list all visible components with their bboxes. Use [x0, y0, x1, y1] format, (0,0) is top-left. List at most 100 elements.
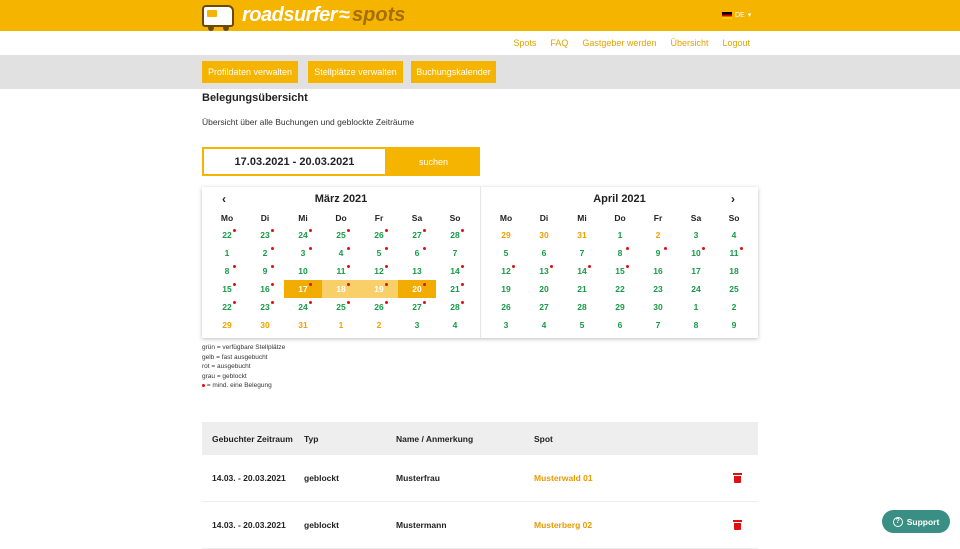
nav-link-become-host[interactable]: Gastgeber werden [582, 38, 656, 48]
calendar-day[interactable]: 1 [208, 244, 246, 262]
calendar-day[interactable]: 19 [487, 280, 525, 298]
calendar-day[interactable]: 24 [677, 280, 715, 298]
calendar-day[interactable]: 27 [398, 226, 436, 244]
calendar-day[interactable]: 6 [525, 244, 563, 262]
calendar-day[interactable]: 26 [487, 298, 525, 316]
search-button[interactable]: suchen [387, 147, 480, 176]
calendar-day[interactable]: 9 [639, 244, 677, 262]
calendar-day[interactable]: 26 [360, 298, 398, 316]
calendar-day[interactable]: 9 [246, 262, 284, 280]
calendar-day[interactable]: 17 [677, 262, 715, 280]
calendar-day-selected[interactable]: 17 [284, 280, 322, 298]
logo[interactable]: roadsurfer ≈ spots [202, 3, 405, 31]
spot-link[interactable]: Musterwald 01 [534, 473, 684, 483]
calendar-day[interactable]: 13 [398, 262, 436, 280]
calendar-day[interactable]: 30 [639, 298, 677, 316]
calendar-day[interactable]: 5 [563, 316, 601, 334]
calendar-day[interactable]: 23 [246, 298, 284, 316]
trash-icon[interactable] [733, 473, 742, 483]
calendar-day[interactable]: 3 [284, 244, 322, 262]
calendar-day[interactable]: 15 [601, 262, 639, 280]
calendar-day[interactable]: 22 [601, 280, 639, 298]
calendar-day[interactable]: 4 [322, 244, 360, 262]
calendar-day[interactable]: 13 [525, 262, 563, 280]
calendar-day[interactable]: 24 [284, 226, 322, 244]
calendar-day[interactable]: 12 [487, 262, 525, 280]
calendar-day[interactable]: 4 [436, 316, 474, 334]
calendar-day[interactable]: 7 [563, 244, 601, 262]
calendar-day[interactable]: 27 [398, 298, 436, 316]
calendar-day[interactable]: 3 [677, 226, 715, 244]
calendar-day[interactable]: 10 [284, 262, 322, 280]
calendar-day[interactable]: 30 [525, 226, 563, 244]
calendar-day[interactable]: 1 [601, 226, 639, 244]
calendar-day[interactable]: 25 [715, 280, 753, 298]
calendar-day[interactable]: 1 [677, 298, 715, 316]
support-button[interactable]: ? Support [882, 510, 950, 533]
calendar-day[interactable]: 23 [246, 226, 284, 244]
calendar-day[interactable]: 28 [436, 226, 474, 244]
calendar-day[interactable]: 6 [601, 316, 639, 334]
calendar-day[interactable]: 4 [525, 316, 563, 334]
calendar-day[interactable]: 31 [563, 226, 601, 244]
calendar-day[interactable]: 8 [601, 244, 639, 262]
calendar-day[interactable]: 5 [360, 244, 398, 262]
calendar-day[interactable]: 29 [601, 298, 639, 316]
calendar-day[interactable]: 14 [563, 262, 601, 280]
manage-spots-button[interactable]: Stellplätze verwalten [308, 61, 403, 83]
nav-link-logout[interactable]: Logout [722, 38, 750, 48]
calendar-day[interactable]: 14 [436, 262, 474, 280]
calendar-day[interactable]: 25 [322, 226, 360, 244]
calendar-day[interactable]: 28 [563, 298, 601, 316]
calendar-day[interactable]: 18 [715, 262, 753, 280]
spot-link[interactable]: Musterberg 02 [534, 520, 684, 530]
calendar-day[interactable]: 30 [246, 316, 284, 334]
calendar-day[interactable]: 8 [677, 316, 715, 334]
calendar-day[interactable]: 21 [436, 280, 474, 298]
calendar-day[interactable]: 8 [208, 262, 246, 280]
date-range-input[interactable]: 17.03.2021 - 20.03.2021 [202, 147, 387, 176]
calendar-day[interactable]: 24 [284, 298, 322, 316]
calendar-day[interactable]: 26 [360, 226, 398, 244]
calendar-day[interactable]: 16 [639, 262, 677, 280]
calendar-day[interactable]: 25 [322, 298, 360, 316]
calendar-day[interactable]: 9 [715, 316, 753, 334]
calendar-day[interactable]: 23 [639, 280, 677, 298]
calendar-day[interactable]: 27 [525, 298, 563, 316]
calendar-day[interactable]: 29 [208, 316, 246, 334]
calendar-day[interactable]: 15 [208, 280, 246, 298]
calendar-day[interactable]: 28 [436, 298, 474, 316]
calendar-day[interactable]: 11 [715, 244, 753, 262]
calendar-day[interactable]: 6 [398, 244, 436, 262]
nav-link-spots[interactable]: Spots [513, 38, 536, 48]
calendar-day[interactable]: 29 [487, 226, 525, 244]
calendar-day[interactable]: 2 [246, 244, 284, 262]
calendar-day[interactable]: 5 [487, 244, 525, 262]
calendar-day[interactable]: 12 [360, 262, 398, 280]
calendar-day[interactable]: 16 [246, 280, 284, 298]
calendar-day[interactable]: 2 [715, 298, 753, 316]
calendar-day[interactable]: 22 [208, 226, 246, 244]
calendar-day-selected[interactable]: 18 [322, 280, 360, 298]
calendar-day-selected[interactable]: 19 [360, 280, 398, 298]
trash-icon[interactable] [733, 520, 742, 530]
calendar-day[interactable]: 2 [360, 316, 398, 334]
language-selector[interactable]: DE ▾ [722, 11, 751, 19]
calendar-day[interactable]: 3 [398, 316, 436, 334]
calendar-day[interactable]: 20 [525, 280, 563, 298]
manage-profile-button[interactable]: Profildaten verwalten [202, 61, 298, 83]
calendar-day[interactable]: 4 [715, 226, 753, 244]
calendar-day[interactable]: 2 [639, 226, 677, 244]
calendar-day[interactable]: 22 [208, 298, 246, 316]
calendar-day-selected[interactable]: 20 [398, 280, 436, 298]
calendar-day[interactable]: 7 [436, 244, 474, 262]
calendar-day[interactable]: 1 [322, 316, 360, 334]
nav-link-overview[interactable]: Übersicht [670, 38, 708, 48]
nav-link-faq[interactable]: FAQ [550, 38, 568, 48]
calendar-day[interactable]: 3 [487, 316, 525, 334]
calendar-day[interactable]: 7 [639, 316, 677, 334]
calendar-day[interactable]: 21 [563, 280, 601, 298]
calendar-day[interactable]: 11 [322, 262, 360, 280]
calendar-day[interactable]: 10 [677, 244, 715, 262]
calendar-day[interactable]: 31 [284, 316, 322, 334]
